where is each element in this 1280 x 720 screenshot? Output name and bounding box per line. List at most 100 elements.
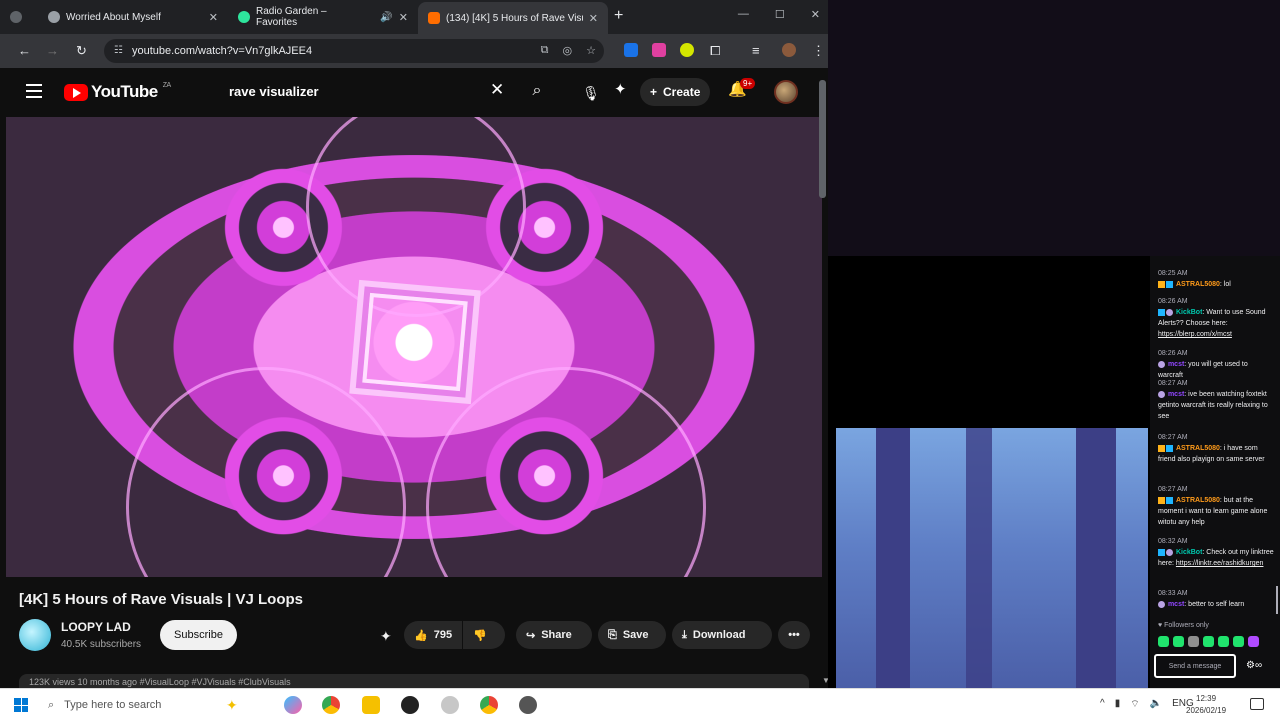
file-explorer-icon[interactable]	[362, 696, 380, 714]
channel-name[interactable]: LOOPY LAD	[61, 620, 131, 634]
plus-icon: +	[650, 85, 658, 99]
site-info-icon[interactable]: ☷	[114, 45, 123, 56]
back-icon[interactable]: ←	[18, 43, 31, 58]
more-label: •••	[788, 629, 800, 641]
user-badge-icon	[1158, 600, 1165, 608]
chat-user[interactable]: ASTRAL5080	[1176, 281, 1220, 288]
chat-user[interactable]: mcst	[1168, 361, 1184, 368]
copilot-icon[interactable]	[284, 696, 302, 714]
eye-off-icon[interactable]: ◎	[563, 44, 573, 57]
app-icon[interactable]	[519, 696, 537, 714]
volume-icon[interactable]: 🔈	[1150, 698, 1162, 711]
stream-overlay-black	[836, 256, 1148, 428]
download-button[interactable]: ⤓ Download	[672, 621, 772, 649]
chat-link[interactable]: https://blerp.com/x/mcst	[1158, 331, 1232, 338]
emote-icon[interactable]	[1233, 636, 1244, 647]
like-button[interactable]: 👍 795	[404, 621, 462, 649]
reload-icon[interactable]: ↻	[76, 43, 87, 59]
notification-center-icon[interactable]	[1250, 698, 1264, 710]
youtube-logo[interactable]: YouTube ZA	[64, 82, 171, 102]
tab-worried-about-myself[interactable]: Worried About Myself ✕	[38, 4, 228, 30]
more-actions-button[interactable]: •••	[778, 621, 810, 649]
extension-icon[interactable]	[680, 43, 694, 57]
clock[interactable]: 12:39 2026/02/19	[1186, 693, 1226, 717]
chevron-up-icon[interactable]: ^	[1100, 698, 1105, 711]
scroll-down-arrow[interactable]: ▼	[822, 676, 828, 685]
menu-dots-icon[interactable]: ⋮	[812, 43, 825, 59]
description-preview[interactable]: 123K views 10 months ago #VisualLoop #VJ…	[19, 674, 809, 688]
emote-icon[interactable]	[1218, 636, 1229, 647]
sparkle-icon[interactable]: ✦	[226, 697, 238, 714]
chat-settings-icon[interactable]: ⚙∞	[1246, 660, 1262, 671]
battery-icon[interactable]: ▮	[1115, 698, 1121, 711]
new-tab-button[interactable]: +	[614, 7, 623, 25]
ghost-icon	[48, 11, 60, 23]
clear-search-icon[interactable]: ✕	[490, 80, 504, 100]
chat-user[interactable]: ASTRAL5080	[1176, 497, 1220, 504]
app-icon[interactable]	[441, 696, 459, 714]
windows-taskbar: ⌕ Type here to search ✦ ^ ▮ ⌔ 🔈 ENG 12:3…	[0, 688, 1280, 720]
tab-search-icon[interactable]	[10, 11, 22, 23]
chrome-icon[interactable]	[480, 696, 498, 714]
windows-start-icon[interactable]	[14, 698, 28, 712]
speaker-icon[interactable]: 🔊	[380, 12, 392, 23]
minimize-icon[interactable]: —	[738, 8, 749, 21]
chat-time: 08:27 AM	[1158, 434, 1188, 441]
close-window-icon[interactable]: ✕	[811, 8, 820, 21]
profile-icon[interactable]	[782, 43, 796, 57]
chat-user[interactable]: mcst	[1168, 391, 1184, 398]
search-button[interactable]: ⌕	[518, 76, 556, 106]
tab-radio-garden[interactable]: Radio Garden – Favorites 🔊 ✕	[228, 4, 418, 30]
puzzle-extensions-icon[interactable]: ⧠	[710, 43, 720, 59]
extension-icon[interactable]	[652, 43, 666, 57]
obs-icon[interactable]	[401, 696, 419, 714]
dislike-button[interactable]: 👎	[463, 621, 505, 649]
emote-icon[interactable]	[1158, 636, 1169, 647]
tab-youtube-active[interactable]: (134) [4K] 5 Hours of Rave Visu ✕	[418, 2, 608, 34]
chat-message-input[interactable]: Send a message	[1154, 654, 1236, 678]
emote-icon[interactable]	[1203, 636, 1214, 647]
translate-extension-icon[interactable]	[624, 43, 638, 57]
close-icon[interactable]: ✕	[399, 11, 408, 24]
taskbar-search[interactable]: ⌕ Type here to search	[48, 694, 248, 716]
extension-gear-icon[interactable]: ✦	[380, 628, 392, 645]
wifi-icon[interactable]: ⌔	[1130, 698, 1139, 711]
maximize-icon[interactable]: ☐	[775, 8, 785, 21]
desktop-background	[828, 0, 1280, 256]
emote-icon[interactable]	[1188, 636, 1199, 647]
chat-user[interactable]: KickBot	[1176, 549, 1202, 556]
chat-scrollbar[interactable]	[1276, 586, 1278, 614]
mic-icon[interactable]: 🎙	[578, 80, 604, 106]
address-bar[interactable]: ☷ youtube.com/watch?v=Vn7glkAJEE4 ⧉ ◎ ☆	[104, 39, 604, 63]
close-icon[interactable]: ✕	[209, 11, 218, 24]
share-button[interactable]: ↪ Share	[516, 621, 592, 649]
install-icon[interactable]: ⧉	[541, 44, 549, 57]
chrome-icon[interactable]	[322, 696, 340, 714]
media-control-icon[interactable]: ≡	[752, 43, 760, 58]
share-icon: ↪	[526, 629, 536, 642]
forward-icon[interactable]: →	[46, 43, 59, 58]
search-input[interactable]: rave visualizer	[216, 76, 516, 106]
avatar[interactable]	[774, 80, 798, 104]
hamburger-menu-icon[interactable]	[26, 84, 42, 98]
bookmark-star-icon[interactable]: ☆	[586, 44, 596, 57]
chat-user[interactable]: mcst	[1168, 601, 1184, 608]
emote-icon[interactable]	[1173, 636, 1184, 647]
save-button[interactable]: ⎘ Save	[598, 621, 666, 649]
video-player[interactable]	[6, 117, 822, 577]
channel-avatar[interactable]	[19, 619, 51, 651]
stream-chat: 08:25 AM ASTRAL5080: lol 08:26 AM KickBo…	[1150, 256, 1280, 688]
extension-gear-icon[interactable]: ✦	[614, 80, 627, 98]
create-button[interactable]: + Create	[640, 78, 711, 106]
visual-ring	[126, 367, 406, 577]
chat-input-placeholder: Send a message	[1168, 662, 1222, 670]
emote-icon[interactable]	[1248, 636, 1259, 647]
subscribe-button[interactable]: Subscribe	[160, 620, 237, 650]
chat-user[interactable]: KickBot	[1176, 309, 1202, 316]
visual-ring	[426, 367, 706, 577]
close-icon[interactable]: ✕	[589, 12, 598, 25]
page-scrollbar[interactable]	[819, 80, 826, 198]
youtube-page: YouTube ZA rave visualizer ✕ ⌕ 🎙 ✦ + Cre…	[6, 68, 822, 688]
chat-link[interactable]: https://linktr.ee/rashidkurgen	[1176, 560, 1264, 567]
chat-user[interactable]: ASTRAL5080	[1176, 445, 1220, 452]
